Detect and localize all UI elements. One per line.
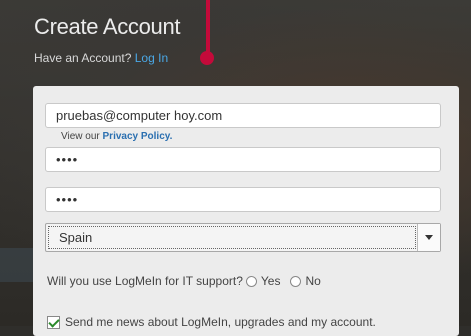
login-link[interactable]: Log In	[135, 51, 168, 65]
privacy-policy-link[interactable]: Privacy Policy.	[103, 131, 173, 142]
privacy-note: View our Privacy Policy.	[61, 131, 172, 142]
chevron-down-icon[interactable]	[417, 224, 440, 251]
country-select-value: Spain	[48, 226, 416, 249]
newsletter-option: Send me news about LogMeIn, upgrades and…	[47, 315, 376, 329]
newsletter-checkbox[interactable]	[47, 315, 60, 329]
annotation-pointer-dot	[200, 51, 214, 65]
newsletter-label[interactable]: Send me news about LogMeIn, upgrades and…	[65, 315, 376, 329]
password-field[interactable]: ••••	[45, 147, 441, 172]
annotation-pointer-line	[206, 0, 210, 58]
page-title: Create Account	[34, 14, 181, 39]
have-account-text: Have an Account? Log In	[34, 51, 168, 65]
it-support-question: Will you use LogMeIn for IT support? Yes…	[47, 274, 321, 288]
radio-no[interactable]	[290, 275, 302, 287]
country-select[interactable]: Spain	[45, 223, 441, 252]
radio-no-label[interactable]: No	[305, 274, 320, 288]
radio-yes-label[interactable]: Yes	[261, 274, 281, 288]
email-field[interactable]: pruebas@computer hoy.com	[45, 103, 441, 128]
signup-form-panel: pruebas@computer hoy.com View our Privac…	[33, 86, 459, 336]
privacy-label: View our	[61, 131, 100, 142]
confirm-password-field[interactable]: ••••	[45, 187, 441, 212]
have-account-label: Have an Account?	[34, 51, 132, 65]
radio-yes[interactable]	[245, 275, 257, 287]
it-support-label: Will you use LogMeIn for IT support?	[47, 274, 243, 288]
